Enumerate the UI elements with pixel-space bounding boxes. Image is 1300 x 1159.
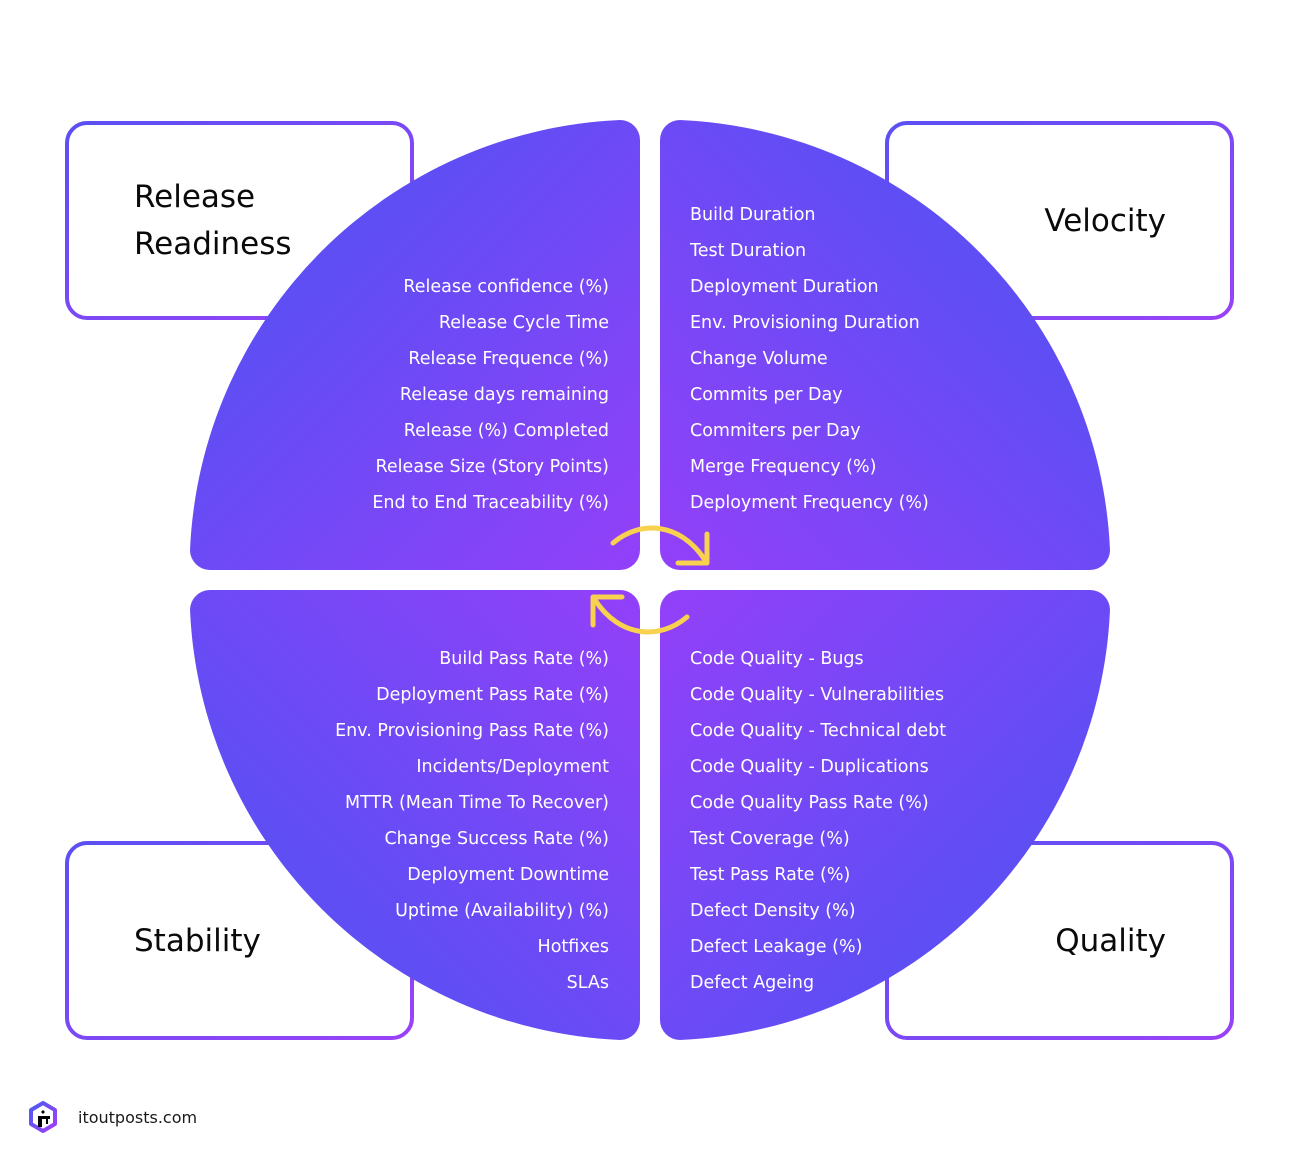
release-readiness-title-line-1: Release (134, 179, 255, 215)
stability-title: Stability (134, 923, 261, 959)
metric-item: Incidents/Deployment (416, 757, 609, 777)
metric-item: Change Volume (690, 349, 828, 369)
itoutposts-logo-icon (29, 1101, 57, 1133)
metric-item: Release (%) Completed (404, 421, 609, 441)
metric-item: End to End Traceability (%) (372, 493, 609, 513)
metric-item: Build Duration (690, 205, 816, 225)
metric-item: Env. Provisioning Duration (690, 313, 920, 333)
metric-item: Deployment Pass Rate (%) (376, 685, 609, 705)
metric-item: Release days remaining (400, 385, 609, 405)
metric-item: Change Success Rate (%) (384, 829, 609, 849)
metric-item: Code Quality - Technical debt (690, 721, 946, 741)
metric-item: Code Quality - Vulnerabilities (690, 685, 944, 705)
metric-item: Release confidence (%) (403, 277, 609, 297)
metrics-diagram: Release Readiness Velocity Stability Qual… (65, 120, 1234, 1040)
velocity-title: Velocity (1044, 203, 1166, 239)
metric-item: Release Size (Story Points) (376, 457, 609, 477)
metric-item: Test Duration (689, 241, 806, 261)
quality-title: Quality (1055, 923, 1166, 959)
metric-item: Hotfixes (538, 937, 609, 957)
metric-item: Test Pass Rate (%) (689, 865, 850, 885)
metric-item: Deployment Duration (690, 277, 879, 297)
metric-item: Code Quality - Bugs (690, 649, 864, 669)
metric-item: Release Cycle Time (439, 313, 609, 333)
footer: itoutposts.com (28, 1100, 197, 1134)
metric-item: Build Pass Rate (%) (439, 649, 609, 669)
metric-item: Defect Density (%) (690, 901, 856, 921)
site-name: itoutposts.com (78, 1107, 198, 1127)
metric-item: Commiters per Day (690, 421, 861, 441)
metric-item: Uptime (Availability) (%) (395, 901, 609, 921)
metric-item: Defect Leakage (%) (690, 937, 862, 957)
metric-item: Code Quality Pass Rate (%) (690, 793, 929, 813)
metric-item: Merge Frequency (%) (690, 457, 876, 477)
metric-item: MTTR (Mean Time To Recover) (345, 793, 609, 813)
metric-item: Env. Provisioning Pass Rate (%) (335, 721, 609, 741)
metric-item: Defect Ageing (690, 973, 814, 993)
release-readiness-title-line-2: Readiness (134, 226, 292, 262)
metric-item: Deployment Frequency (%) (690, 493, 929, 513)
metric-item: Test Coverage (%) (689, 829, 850, 849)
metric-item: SLAs (567, 973, 609, 993)
metric-item: Code Quality - Duplications (690, 757, 929, 777)
metric-item: Deployment Downtime (407, 865, 609, 885)
metric-item: Commits per Day (690, 385, 843, 405)
metric-item: Release Frequence (%) (408, 349, 609, 369)
